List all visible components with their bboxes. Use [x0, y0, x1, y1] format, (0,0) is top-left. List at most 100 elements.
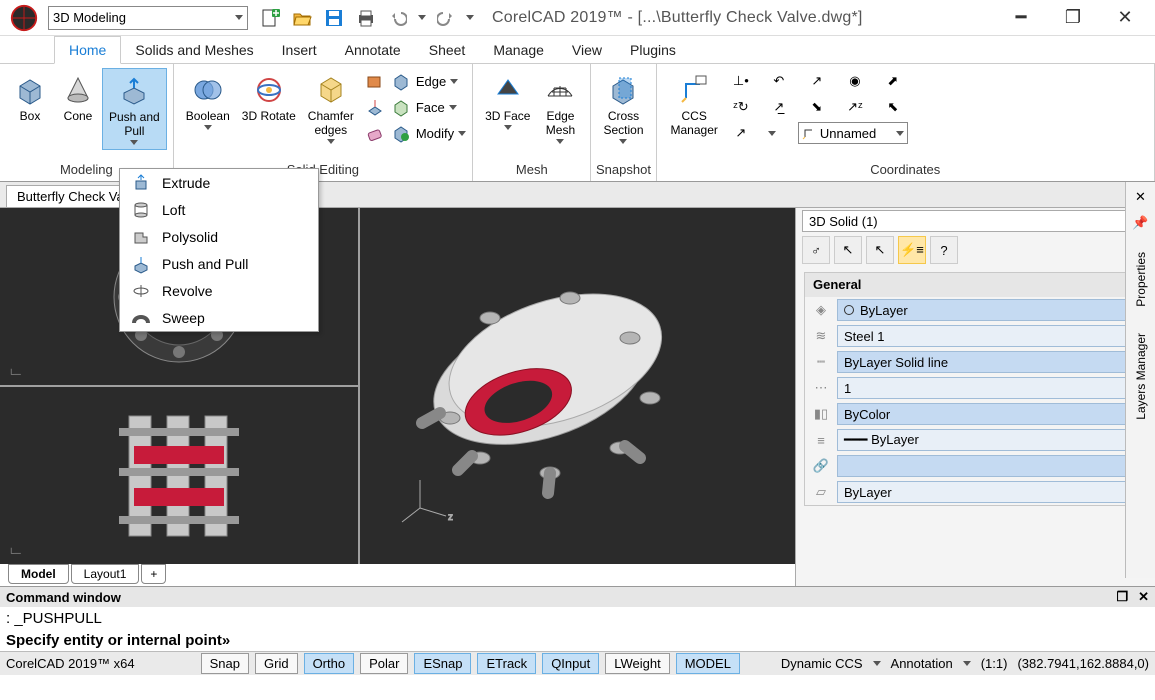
model-tab-layout1[interactable]: Layout1 [71, 564, 140, 584]
rail-close[interactable]: ✕ [1130, 186, 1152, 208]
modify-label[interactable]: Modify [416, 126, 454, 141]
status-lweight[interactable]: LWeight [605, 653, 670, 674]
viewport-front[interactable]: └─ [0, 387, 358, 564]
new-icon[interactable] [258, 6, 282, 30]
push-pull-button[interactable]: Push and Pull [102, 68, 167, 150]
boolean-button[interactable]: Boolean [180, 68, 236, 134]
status-dccs[interactable]: Dynamic CCS [781, 656, 863, 671]
prop-section-general: General▴ ◈ByLayer ≋Steel 1 ┉ByLayer Soli… [804, 272, 1147, 506]
prop-tool-quick[interactable]: ⚡≡ [898, 236, 926, 264]
prop-linetype[interactable]: ByLayer Solid line [837, 351, 1140, 373]
ccs-world-icon[interactable]: ⊥• [730, 70, 752, 92]
boolean-icon [190, 72, 226, 108]
cube-icon[interactable] [390, 70, 412, 92]
save-icon[interactable] [322, 6, 346, 30]
tab-view[interactable]: View [558, 37, 616, 63]
status-snap[interactable]: Snap [201, 653, 249, 674]
push-pull-menu: Extrude Loft Polysolid Push and Pull Rev… [119, 168, 319, 332]
menu-extrude[interactable]: Extrude [120, 169, 318, 196]
chamfer-button[interactable]: Chamfer edges [302, 68, 360, 148]
tab-home[interactable]: Home [54, 36, 121, 64]
menu-revolve[interactable]: Revolve [120, 277, 318, 304]
model-tab-model[interactable]: Model [8, 564, 69, 584]
status-ortho[interactable]: Ortho [304, 653, 355, 674]
ccs-origin-icon[interactable]: ⬈ [882, 70, 904, 92]
status-qinput[interactable]: QInput [542, 653, 599, 674]
copyedge-icon[interactable] [364, 70, 386, 92]
workspace-dropdown[interactable]: 3D Modeling [48, 6, 248, 30]
erase-icon[interactable] [364, 122, 386, 144]
status-esnap[interactable]: ESnap [414, 653, 471, 674]
menu-loft[interactable]: Loft [120, 196, 318, 223]
ccs-face-icon[interactable]: ↗ [806, 70, 828, 92]
restore-button[interactable]: ❐ [1063, 8, 1083, 28]
prop-tool-3[interactable]: ↖ [866, 236, 894, 264]
extrudeface-icon[interactable] [364, 96, 386, 118]
prop-hyperlink[interactable] [837, 455, 1140, 477]
box-button[interactable]: Box [6, 68, 54, 128]
3dface-button[interactable]: 3D Face [479, 68, 536, 134]
ccs-save-icon[interactable]: ↗ [730, 122, 752, 144]
prop-section-head[interactable]: General▴ [805, 273, 1146, 297]
rail-layers[interactable]: Layers Manager [1134, 325, 1148, 428]
rail-properties[interactable]: Properties [1134, 244, 1148, 315]
ccs-named-dropdown[interactable]: Unnamed [798, 122, 908, 144]
close-button[interactable]: ✕ [1115, 8, 1135, 28]
redo-dd[interactable] [466, 15, 474, 20]
tab-manage[interactable]: Manage [479, 37, 558, 63]
cmd-close[interactable]: ✕ [1138, 589, 1149, 605]
tab-annotate[interactable]: Annotate [331, 37, 415, 63]
ccs-view-icon[interactable]: ◉ [844, 70, 866, 92]
prop-layer[interactable]: Steel 1 [837, 325, 1140, 347]
edge-label[interactable]: Edge [416, 74, 446, 89]
prop-transparency[interactable]: ByLayer [837, 481, 1140, 503]
open-icon[interactable] [290, 6, 314, 30]
tab-insert[interactable]: Insert [268, 37, 331, 63]
status-scale[interactable]: (1:1) [981, 656, 1008, 671]
prop-color[interactable]: ByLayer [837, 299, 1140, 321]
modify-icon[interactable] [390, 122, 412, 144]
undo-dd[interactable] [418, 15, 426, 20]
minimize-button[interactable]: ━ [1011, 8, 1031, 28]
ccs-y-icon[interactable]: ↗̲ [768, 96, 790, 118]
status-polar[interactable]: Polar [360, 653, 408, 674]
ccs-3p-icon[interactable]: ↗ᶻ [844, 96, 866, 118]
rotate3d-button[interactable]: 3D Rotate [236, 68, 302, 128]
ccs-manager-button[interactable]: CCS Manager [665, 68, 724, 146]
ccs-x-icon[interactable]: ᶻ↻ [730, 96, 752, 118]
status-anno[interactable]: Annotation [891, 656, 953, 671]
ccs-obj-icon[interactable]: ⬉ [882, 96, 904, 118]
undo-icon[interactable] [386, 6, 410, 30]
cone-button[interactable]: Cone [54, 68, 102, 128]
rail-pin[interactable]: 📌 [1130, 212, 1152, 234]
status-model[interactable]: MODEL [676, 653, 740, 674]
model-tab-add[interactable]: + [141, 564, 166, 584]
menu-pushpull[interactable]: Push and Pull [120, 250, 318, 277]
cmd-restore[interactable]: ❐ [1116, 589, 1128, 605]
crosssection-button[interactable]: Cross Section [597, 68, 649, 148]
edgemesh-button[interactable]: Edge Mesh [536, 68, 584, 148]
prop-plotstyle[interactable]: ByColor [837, 403, 1140, 425]
color-icon: ◈ [805, 302, 837, 318]
command-line[interactable]: : _PUSHPULL [0, 607, 1155, 629]
viewport-iso[interactable]: z [360, 208, 795, 564]
face-icon[interactable] [390, 96, 412, 118]
status-grid[interactable]: Grid [255, 653, 298, 674]
tab-plugins[interactable]: Plugins [616, 37, 690, 63]
prop-help[interactable]: ? [930, 236, 958, 264]
prop-tool-2[interactable]: ↖ [834, 236, 862, 264]
redo-icon[interactable] [434, 6, 458, 30]
tab-sheet[interactable]: Sheet [415, 37, 480, 63]
tab-solids[interactable]: Solids and Meshes [121, 37, 267, 63]
menu-sweep[interactable]: Sweep [120, 304, 318, 331]
prop-tool-1[interactable]: ♂ [802, 236, 830, 264]
ccs-prev-icon[interactable]: ↶ [768, 70, 790, 92]
print-icon[interactable] [354, 6, 378, 30]
prop-scale[interactable]: 1 [837, 377, 1140, 399]
menu-polysolid[interactable]: Polysolid [120, 223, 318, 250]
ccs-z-icon[interactable]: ⬊ [806, 96, 828, 118]
status-etrack[interactable]: ETrack [477, 653, 536, 674]
selection-dropdown[interactable]: 3D Solid (1) [802, 210, 1149, 232]
prop-lineweight[interactable]: ━━━ ByLayer [837, 429, 1140, 451]
face-label[interactable]: Face [416, 100, 445, 115]
